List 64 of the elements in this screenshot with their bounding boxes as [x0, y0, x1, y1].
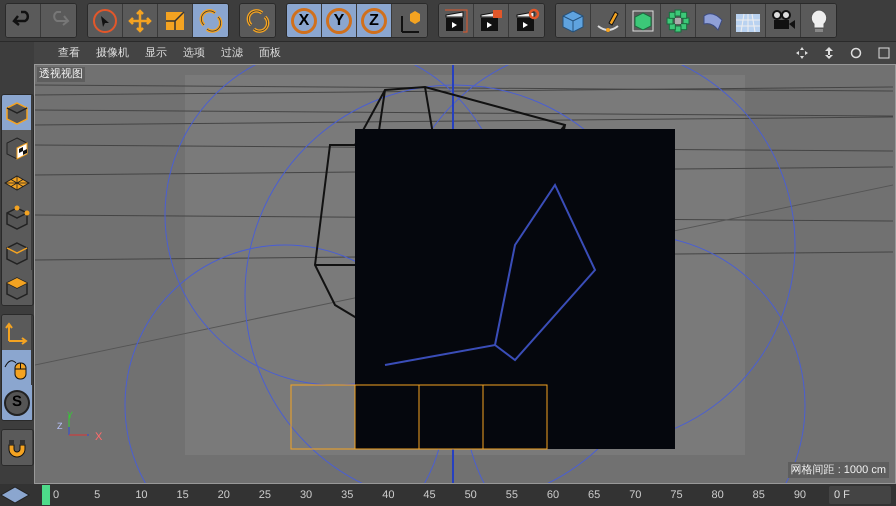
grid-plane-icon — [0, 485, 30, 505]
frame-tick-label: 40 — [382, 488, 394, 503]
clapperboard-icon — [443, 8, 469, 34]
cube-icon — [4, 240, 30, 266]
rotate-icon — [198, 8, 224, 34]
menu-item[interactable]: 显示 — [145, 44, 167, 62]
move-arrows-icon — [127, 8, 153, 34]
cube-icon — [4, 274, 30, 300]
frame-tick-label: 60 — [546, 488, 560, 503]
clapperboard-icon — [478, 8, 504, 34]
tool-button[interactable] — [2, 350, 32, 385]
tool-button[interactable] — [2, 95, 32, 130]
menu-item[interactable]: 摄像机 — [96, 44, 129, 62]
move-view-icon[interactable] — [796, 47, 808, 59]
axis-letter-icon: Y — [326, 8, 352, 34]
frame-tick-label: 90 — [794, 488, 806, 503]
frame-tick-label: 55 — [506, 488, 518, 503]
grid-spacing-label: 网格间距 : 1000 cm — [788, 462, 889, 478]
axis-letter-icon: X — [291, 8, 317, 34]
frame-tick-label: 0 — [53, 488, 60, 503]
maximize-view-icon[interactable] — [878, 47, 890, 59]
clapperboard-icon — [514, 8, 540, 34]
axis-arrows-icon — [4, 320, 30, 346]
tool-button[interactable] — [2, 130, 32, 165]
menu-item[interactable]: 选项 — [183, 44, 205, 62]
frame-tick-label: 35 — [341, 488, 354, 503]
frame-tick-label: 65 — [588, 488, 600, 503]
frame-tick-label: 30 — [300, 488, 312, 503]
frame-tick-label: 45 — [423, 488, 436, 503]
frame-tick-label: 85 — [752, 488, 765, 503]
axis-label: Z — [57, 421, 62, 431]
frame-tick-label: 15 — [176, 488, 189, 503]
frame-tick-label: 50 — [464, 488, 477, 503]
snap-icon: S — [4, 390, 30, 416]
menu-item[interactable]: 过滤 — [221, 44, 243, 62]
rotate-icon — [244, 8, 270, 34]
frame-tick-label: 70 — [629, 488, 642, 503]
cube-icon — [560, 8, 586, 34]
axis-label: X — [95, 431, 102, 443]
frame-field[interactable]: 0 F — [829, 486, 891, 504]
tool-button[interactable]: Y — [322, 4, 357, 37]
cursor-icon — [92, 8, 118, 34]
zoom-view-icon[interactable] — [824, 47, 834, 59]
axis-letter-icon: Z — [361, 8, 387, 34]
rotate-view-icon[interactable] — [850, 47, 862, 59]
cloner-icon — [665, 8, 691, 34]
tool-button[interactable]: Z — [357, 4, 392, 37]
axis-label: Y — [67, 410, 74, 420]
frame-tick-label: 75 — [670, 488, 683, 503]
tool-button[interactable] — [439, 4, 474, 37]
checkered-cube-icon — [4, 134, 30, 160]
frame-tick-label: 25 — [258, 488, 272, 503]
viewport-title: 透视视图 — [37, 67, 85, 82]
frame-tick-label: 20 — [218, 488, 230, 503]
cube-icon — [4, 204, 30, 230]
frame-tick-label: 80 — [712, 488, 724, 503]
frame-tick-label: 10 — [135, 488, 148, 503]
menu-item[interactable]: 面板 — [259, 44, 281, 62]
tool-button[interactable]: X — [287, 4, 322, 37]
tool-button[interactable] — [2, 270, 32, 305]
frame-tick-label: 5 — [94, 488, 100, 503]
cube-icon — [4, 100, 30, 126]
menu-item[interactable]: 查看 — [58, 44, 80, 62]
cube-in-frame-icon — [630, 8, 656, 34]
